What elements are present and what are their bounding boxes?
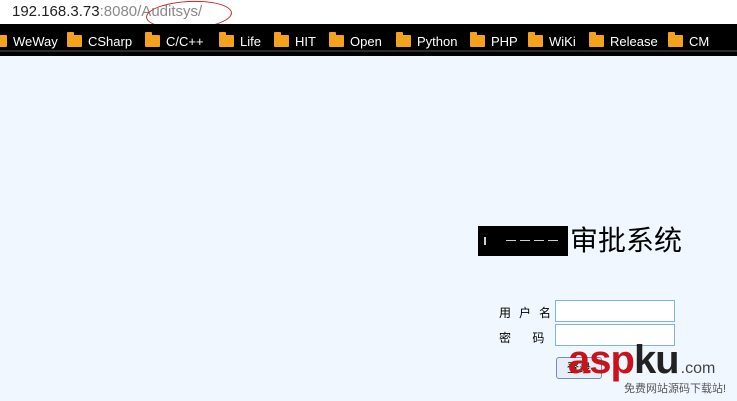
bookmarks-bar: WeWay CSharp C/C++ Life HIT Open Python … — [0, 24, 737, 56]
bookmark-label: CM — [689, 33, 710, 49]
folder-icon — [329, 32, 344, 47]
folder-icon — [589, 32, 604, 47]
watermark-asp: asp — [568, 338, 635, 382]
folder-icon — [528, 32, 543, 47]
aspku-watermark: aspku .com 免费网站源码下载站! — [568, 338, 726, 395]
watermark-ku: ku — [633, 338, 680, 382]
bookmark-weway[interactable]: WeWay — [0, 32, 58, 50]
folder-icon — [145, 32, 160, 47]
folder-icon — [67, 32, 82, 47]
bookmark-label: CSharp — [88, 33, 133, 49]
bookmark-label: Life — [240, 33, 261, 49]
bookmark-release[interactable]: Release — [589, 32, 658, 50]
bookmark-python[interactable]: Python — [396, 32, 457, 50]
watermark-subtitle: 免费网站源码下载站! — [624, 383, 727, 395]
password-label: 密 码 — [499, 331, 545, 345]
url-port: :8080 — [99, 3, 138, 20]
bookmark-bar-divider — [0, 50, 737, 52]
url-host: 192.168.3.73 — [12, 3, 100, 20]
bookmark-cm[interactable]: CM — [668, 32, 709, 50]
bookmark-label: WeWay — [13, 33, 58, 49]
bookmark-php[interactable]: PHP — [470, 32, 518, 50]
folder-icon — [396, 32, 411, 47]
bookmark-c-cpp[interactable]: C/C++ — [145, 32, 204, 50]
folder-icon — [219, 32, 234, 47]
bookmark-hit[interactable]: HIT — [274, 32, 316, 50]
bookmark-csharp[interactable]: CSharp — [67, 32, 132, 50]
bookmark-label: Open — [350, 33, 382, 49]
bookmark-label: PHP — [491, 33, 518, 49]
folder-icon — [0, 35, 7, 47]
watermark-dotcom: .com — [680, 360, 716, 377]
page-title-text: 审批系统 — [570, 224, 683, 257]
username-input[interactable] — [555, 300, 675, 322]
bookmark-wiki[interactable]: WiKi — [528, 32, 576, 50]
bookmark-open[interactable]: Open — [329, 32, 382, 50]
folder-icon — [470, 32, 485, 47]
bookmark-label: Python — [417, 33, 458, 49]
bookmark-label: Release — [610, 33, 658, 49]
username-label: 用户名 — [499, 306, 560, 320]
bookmark-label: C/C++ — [166, 33, 204, 49]
redacted-block — [478, 226, 568, 256]
folder-icon — [668, 32, 683, 47]
address-bar[interactable]: 192.168.3.73:8080/Auditsys/ — [0, 0, 737, 32]
bookmark-label: HIT — [295, 33, 316, 49]
folder-icon — [274, 32, 289, 47]
bookmark-life[interactable]: Life — [219, 32, 261, 50]
bookmark-label: WiKi — [549, 33, 576, 49]
page-title: 审批系统 — [478, 225, 682, 257]
